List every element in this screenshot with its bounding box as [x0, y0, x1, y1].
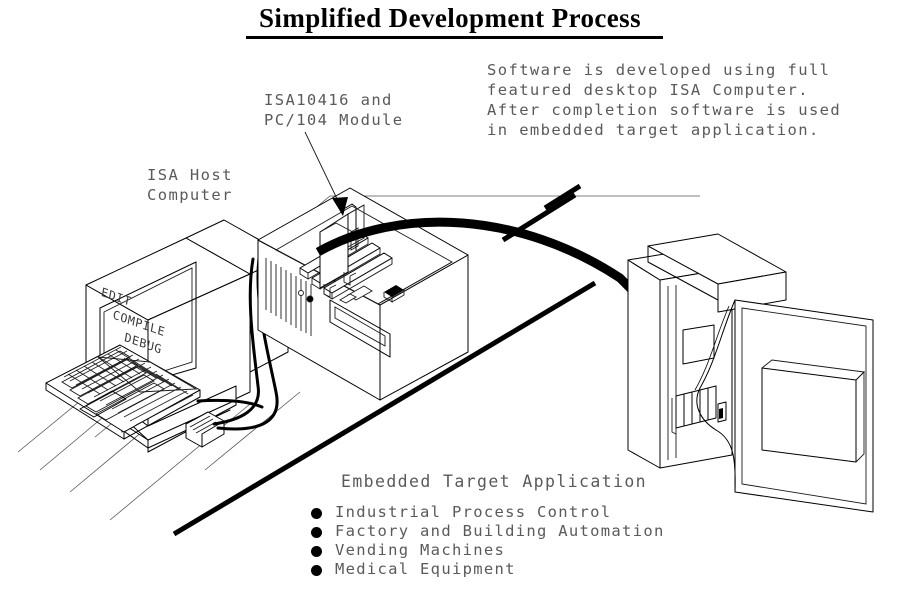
desc-line-2: featured desktop ISA Computer. — [487, 81, 809, 99]
embedded-target-enclosure — [627, 233, 874, 513]
desc-line-3: After completion software is used — [487, 101, 842, 119]
application-list: Industrial Process Control Factory and B… — [311, 503, 665, 579]
list-item-label: Industrial Process Control — [335, 503, 612, 521]
list-item-label: Vending Machines — [335, 541, 506, 559]
module-label-line-2: PC/104 Module — [264, 111, 404, 129]
list-item: Medical Equipment — [311, 560, 665, 579]
host-label-line-1: ISA Host — [147, 166, 233, 184]
description-text: Software is developed using full feature… — [487, 60, 841, 140]
list-item-label: Medical Equipment — [335, 560, 516, 578]
list-item: Industrial Process Control — [311, 503, 665, 522]
label-isa-host-computer: ISA Host Computer — [147, 165, 233, 205]
desc-line-4: in embedded target application. — [487, 121, 820, 139]
bullet-icon — [311, 526, 322, 538]
bullet-icon — [311, 545, 322, 557]
label-isa10416-module: ISA10416 and PC/104 Module — [264, 90, 404, 130]
bullet-icon — [311, 564, 322, 576]
list-item: Factory and Building Automation — [311, 522, 665, 541]
module-label-line-1: ISA10416 and — [264, 91, 393, 109]
host-label-line-2: Computer — [147, 186, 233, 204]
list-item: Vending Machines — [311, 541, 665, 560]
embedded-target-heading: Embedded Target Application — [341, 472, 648, 491]
desc-line-1: Software is developed using full — [487, 61, 831, 79]
bullet-icon — [311, 507, 322, 519]
diagram-canvas: Simplified Development Process Software … — [0, 0, 900, 600]
list-item-label: Factory and Building Automation — [335, 522, 665, 540]
